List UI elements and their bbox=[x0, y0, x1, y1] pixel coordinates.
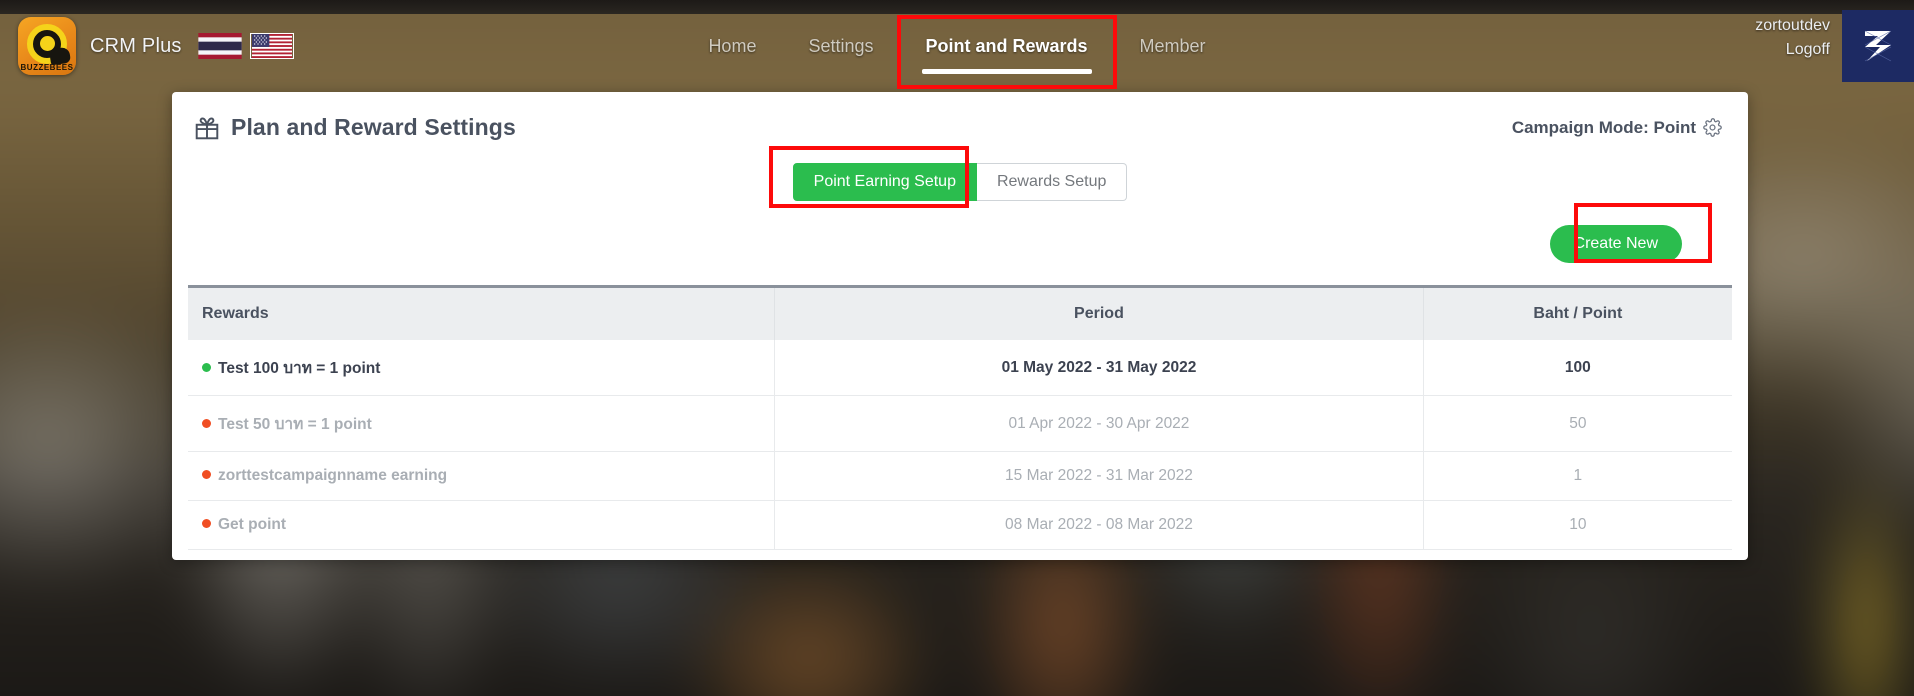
cell-reward: zorttestcampaignname earning bbox=[188, 452, 775, 501]
cell-reward-text: Test 100 บาท = 1 point bbox=[218, 360, 380, 377]
logoff-link[interactable]: Logoff bbox=[1755, 38, 1830, 62]
cell-period: 01 Apr 2022 - 30 Apr 2022 bbox=[775, 396, 1423, 452]
zort-logo-icon bbox=[1856, 24, 1900, 68]
nav-item-settings[interactable]: Settings bbox=[800, 30, 881, 63]
nav-item-member[interactable]: Member bbox=[1132, 30, 1214, 63]
nav-item-point-and-rewards[interactable]: Point and Rewards bbox=[918, 30, 1096, 63]
cell-baht-per-point: 50 bbox=[1423, 396, 1732, 452]
main-nav-links: Home Settings Point and Rewards Member bbox=[0, 0, 1914, 92]
table-row[interactable]: Get point 08 Mar 2022 - 08 Mar 2022 10 bbox=[188, 501, 1732, 550]
user-account-area: zortoutdev Logoff bbox=[1755, 14, 1830, 62]
table-row[interactable]: zorttestcampaignname earning 15 Mar 2022… bbox=[188, 452, 1732, 501]
table-header-row: Rewards Period Baht / Point bbox=[188, 287, 1732, 341]
setup-tabs: Point Earning Setup Rewards Setup bbox=[172, 163, 1748, 201]
top-navigation-bar: BUZZEBEES CRM Plus bbox=[0, 0, 1914, 92]
nav-item-point-and-rewards-label: Point and Rewards bbox=[926, 36, 1088, 56]
status-dot-icon bbox=[202, 363, 211, 372]
status-dot-icon bbox=[202, 470, 211, 479]
cell-period: 15 Mar 2022 - 31 Mar 2022 bbox=[775, 452, 1423, 501]
card-header: Plan and Reward Settings Campaign Mode: … bbox=[172, 92, 1748, 141]
tab-point-earning-setup[interactable]: Point Earning Setup bbox=[793, 163, 977, 201]
rewards-table: Rewards Period Baht / Point Test 100 บาท… bbox=[188, 285, 1732, 550]
gift-icon bbox=[194, 115, 220, 141]
nav-active-underline bbox=[922, 69, 1092, 74]
cell-period: 01 May 2022 - 31 May 2022 bbox=[775, 340, 1423, 396]
table-row[interactable]: Test 100 บาท = 1 point 01 May 2022 - 31 … bbox=[188, 340, 1732, 396]
setup-tabs-group: Point Earning Setup Rewards Setup bbox=[793, 163, 1128, 201]
avatar[interactable] bbox=[1842, 10, 1914, 82]
table-head: Rewards Period Baht / Point bbox=[188, 287, 1732, 341]
page-title: Plan and Reward Settings bbox=[194, 114, 516, 141]
page-title-text: Plan and Reward Settings bbox=[231, 114, 516, 141]
cell-reward-text: Get point bbox=[218, 516, 286, 533]
create-new-button[interactable]: Create New bbox=[1550, 225, 1682, 263]
user-name: zortoutdev bbox=[1755, 14, 1830, 38]
cell-baht-per-point: 100 bbox=[1423, 340, 1732, 396]
cell-reward-text: zorttestcampaignname earning bbox=[218, 467, 447, 484]
cell-period: 08 Mar 2022 - 08 Mar 2022 bbox=[775, 501, 1423, 550]
create-new-row: Create New bbox=[172, 201, 1748, 263]
table-row[interactable]: Test 50 บาท = 1 point 01 Apr 2022 - 30 A… bbox=[188, 396, 1732, 452]
nav-item-home[interactable]: Home bbox=[700, 30, 764, 63]
gear-icon[interactable] bbox=[1703, 118, 1722, 137]
cell-baht-per-point: 10 bbox=[1423, 501, 1732, 550]
cell-reward: Test 50 บาท = 1 point bbox=[188, 396, 775, 452]
status-dot-icon bbox=[202, 519, 211, 528]
column-header-baht-per-point[interactable]: Baht / Point bbox=[1423, 287, 1732, 341]
column-header-period[interactable]: Period bbox=[775, 287, 1423, 341]
cell-baht-per-point: 1 bbox=[1423, 452, 1732, 501]
column-header-rewards[interactable]: Rewards bbox=[188, 287, 775, 341]
plan-and-reward-card: Plan and Reward Settings Campaign Mode: … bbox=[172, 92, 1748, 560]
cell-reward: Get point bbox=[188, 501, 775, 550]
cell-reward: Test 100 บาท = 1 point bbox=[188, 340, 775, 396]
cell-reward-text: Test 50 บาท = 1 point bbox=[218, 416, 372, 433]
status-dot-icon bbox=[202, 419, 211, 428]
table-body: Test 100 บาท = 1 point 01 May 2022 - 31 … bbox=[188, 340, 1732, 550]
campaign-mode-label: Campaign Mode: Point bbox=[1512, 118, 1696, 138]
rewards-table-wrap: Rewards Period Baht / Point Test 100 บาท… bbox=[188, 285, 1732, 550]
campaign-mode[interactable]: Campaign Mode: Point bbox=[1512, 118, 1722, 138]
tab-rewards-setup[interactable]: Rewards Setup bbox=[977, 163, 1127, 201]
